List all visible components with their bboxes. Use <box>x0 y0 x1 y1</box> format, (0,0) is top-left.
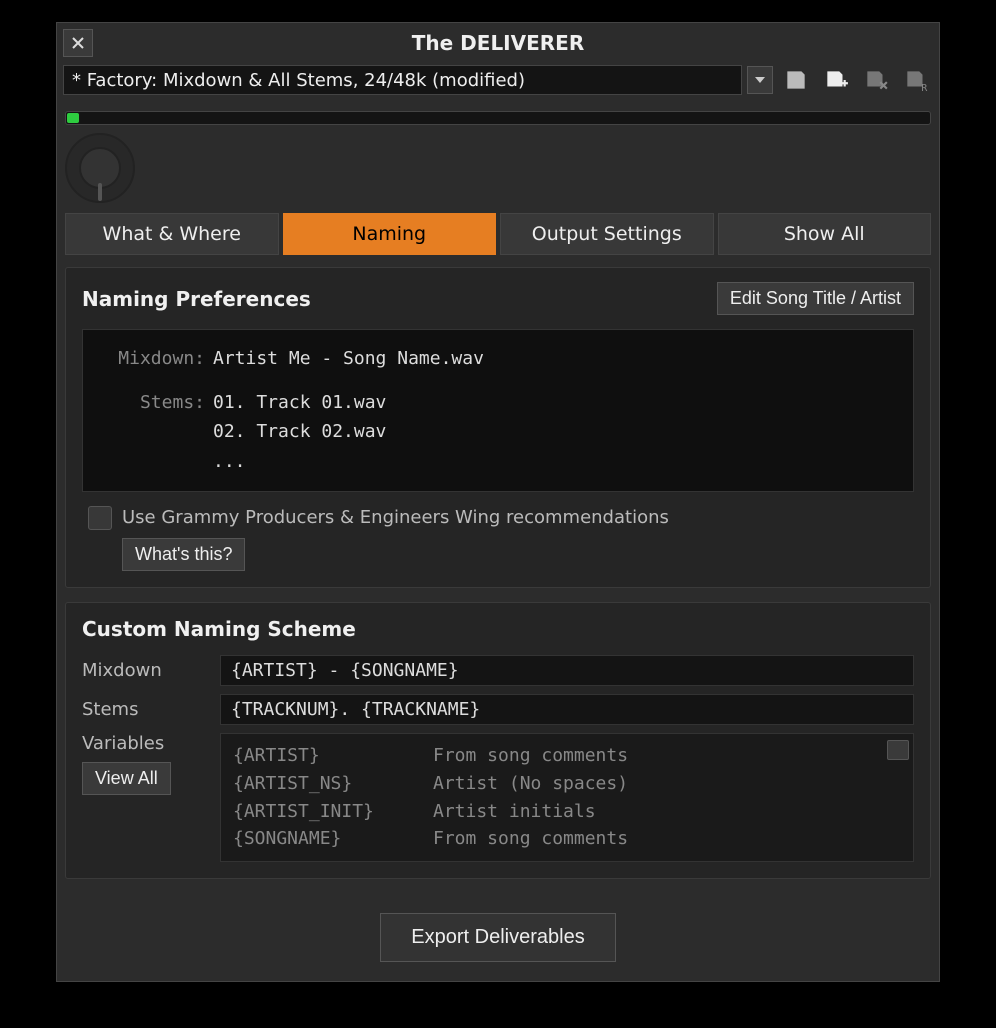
progress-bar[interactable] <box>65 111 931 125</box>
naming-preview: Mixdown: Artist Me - Song Name.wav Stems… <box>82 329 914 492</box>
progress-area <box>57 101 939 129</box>
delete-preset-button[interactable] <box>859 65 893 95</box>
tab-naming[interactable]: Naming <box>283 213 497 255</box>
mixdown-preview-value: Artist Me - Song Name.wav <box>213 344 484 374</box>
stems-scheme-input[interactable]: {TRACKNUM}. {TRACKNAME} <box>220 694 914 725</box>
preset-row: * Factory: Mixdown & All Stems, 24/48k (… <box>57 63 939 101</box>
preset-text: * Factory: Mixdown & All Stems, 24/48k (… <box>72 70 525 91</box>
close-icon <box>71 36 85 50</box>
edit-song-title-artist-button[interactable]: Edit Song Title / Artist <box>717 282 914 315</box>
grammy-label: Use Grammy Producers & Engineers Wing re… <box>122 507 669 528</box>
stems-preview-value-3: ... <box>213 447 246 477</box>
add-preset-button[interactable] <box>819 65 853 95</box>
var-desc: From song comments <box>433 742 628 770</box>
var-desc: Artist (No spaces) <box>433 770 628 798</box>
stems-scheme-label: Stems <box>82 699 212 720</box>
content: Naming Preferences Edit Song Title / Art… <box>57 255 939 970</box>
window-title: The DELIVERER <box>93 31 903 55</box>
preset-dropdown-button[interactable] <box>747 66 773 94</box>
tab-output-settings[interactable]: Output Settings <box>500 213 714 255</box>
scrollbar-thumb[interactable] <box>887 740 909 760</box>
titlebar: The DELIVERER <box>57 23 939 63</box>
grammy-checkbox[interactable] <box>88 506 112 530</box>
mixdown-scheme-label: Mixdown <box>82 660 212 681</box>
variables-label: Variables <box>82 733 164 754</box>
custom-naming-scheme-title: Custom Naming Scheme <box>82 617 914 641</box>
var-desc: From song comments <box>433 825 628 853</box>
stems-preview-value-1: 01. Track 01.wav <box>213 388 386 418</box>
tab-show-all[interactable]: Show All <box>718 213 932 255</box>
var-name: {ARTIST_INIT} <box>233 798 433 826</box>
window: The DELIVERER * Factory: Mixdown & All S… <box>56 22 940 982</box>
knob-area <box>57 129 939 213</box>
var-name: {ARTIST} <box>233 742 433 770</box>
variables-list[interactable]: {ARTIST}From song comments {ARTIST_NS}Ar… <box>220 733 914 863</box>
gain-knob[interactable] <box>65 133 135 203</box>
stems-preview-label: Stems: <box>101 388 213 418</box>
export-deliverables-button[interactable]: Export Deliverables <box>380 913 615 962</box>
var-name: {SONGNAME} <box>233 825 433 853</box>
mixdown-preview-label: Mixdown: <box>101 344 213 374</box>
tab-what-where[interactable]: What & Where <box>65 213 279 255</box>
reset-preset-button[interactable]: R <box>899 65 933 95</box>
svg-text:R: R <box>921 83 927 93</box>
progress-fill <box>67 113 79 123</box>
floppy-icon <box>783 67 809 93</box>
stems-preview-value-2: 02. Track 02.wav <box>213 417 386 447</box>
view-all-button[interactable]: View All <box>82 762 171 795</box>
chevron-down-icon <box>755 77 765 83</box>
mixdown-scheme-input[interactable]: {ARTIST} - {SONGNAME} <box>220 655 914 686</box>
floppy-r-icon: R <box>903 67 929 93</box>
preset-select[interactable]: * Factory: Mixdown & All Stems, 24/48k (… <box>63 65 742 95</box>
naming-preferences-panel: Naming Preferences Edit Song Title / Art… <box>65 267 931 588</box>
floppy-x-icon <box>863 67 889 93</box>
var-name: {ARTIST_NS} <box>233 770 433 798</box>
var-desc: Artist initials <box>433 798 596 826</box>
tabs: What & Where Naming Output Settings Show… <box>57 213 939 255</box>
save-preset-button[interactable] <box>779 65 813 95</box>
close-button[interactable] <box>63 29 93 57</box>
floppy-plus-icon <box>823 67 849 93</box>
whats-this-button[interactable]: What's this? <box>122 538 245 571</box>
naming-preferences-title: Naming Preferences <box>82 287 717 311</box>
custom-naming-scheme-panel: Custom Naming Scheme Mixdown {ARTIST} - … <box>65 602 931 880</box>
